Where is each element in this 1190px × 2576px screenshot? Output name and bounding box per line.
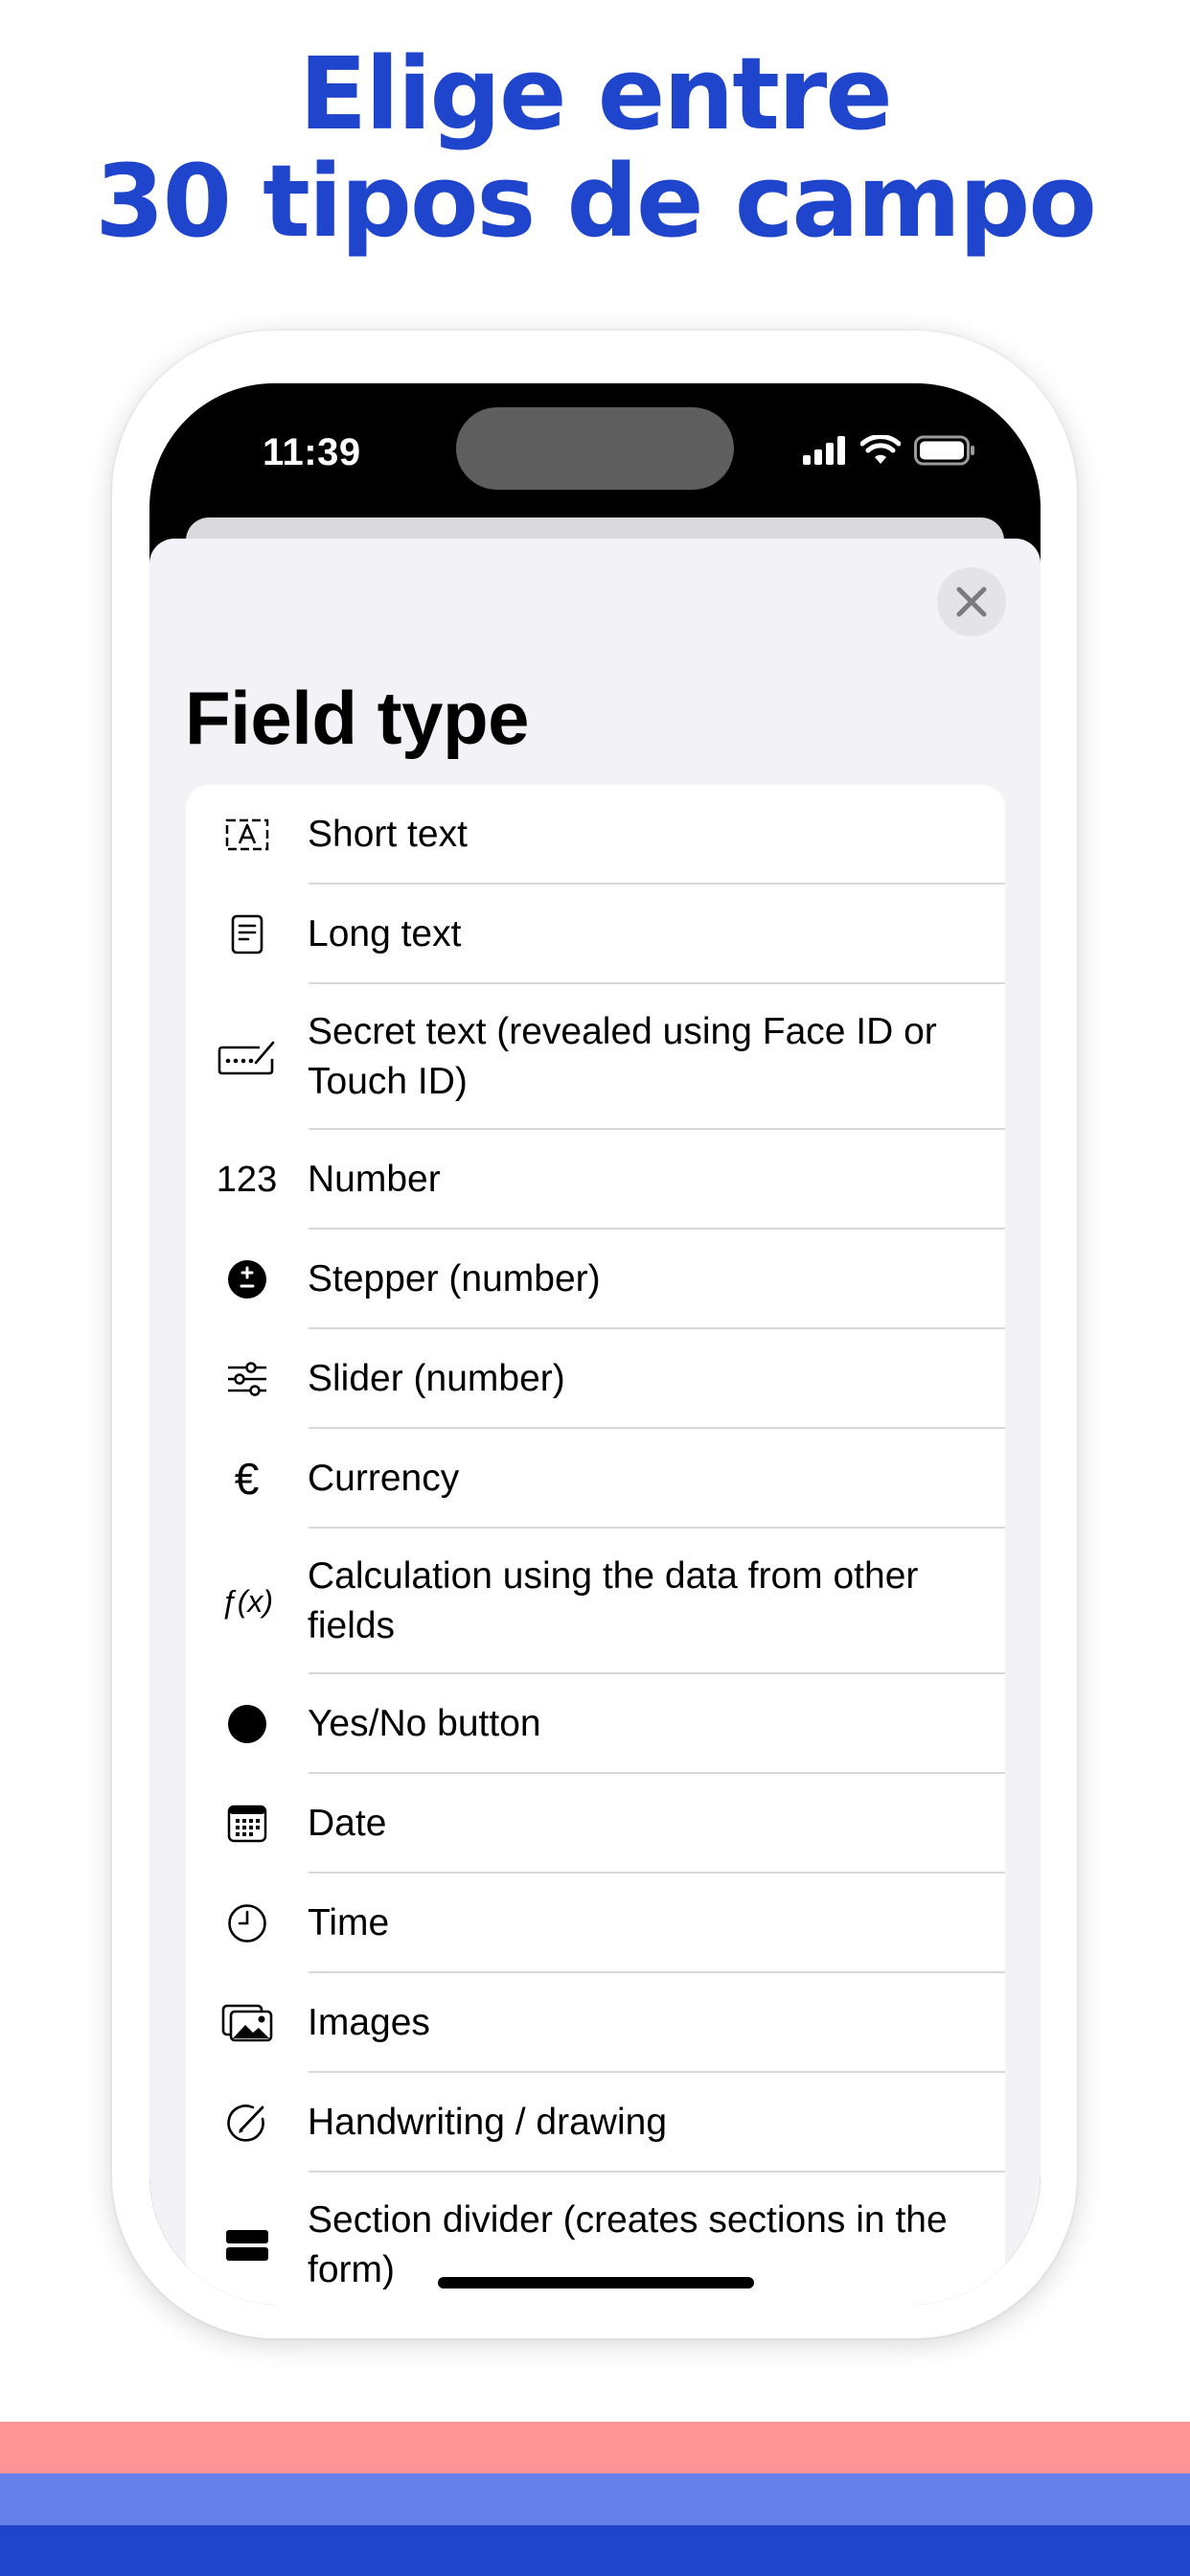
field-type-label: Time (308, 1902, 390, 1944)
field-type-yes-no[interactable]: Yes/No button (186, 1674, 1005, 1774)
field-type-label: Short text (308, 814, 468, 855)
section-divider-icon (186, 2229, 308, 2262)
secret-text-icon (186, 1038, 308, 1076)
field-type-label: Images (308, 2002, 430, 2043)
home-indicator[interactable] (438, 2277, 754, 2288)
field-type-slider[interactable]: Slider (number) (186, 1329, 1005, 1429)
field-type-label: Slider (number) (308, 1358, 565, 1399)
sheet-title: Field type (185, 676, 530, 760)
field-type-label: Long text (308, 913, 462, 954)
field-type-label: Currency (308, 1458, 460, 1499)
field-type-label: Calculation using the data from other fi… (308, 1555, 919, 1646)
decorative-stripe-pink (0, 2422, 1190, 2473)
slider-icon (186, 1361, 308, 1397)
clock-icon (186, 1903, 308, 1944)
field-type-secret-text[interactable]: Secret text (revealed using Face ID or T… (186, 984, 1005, 1130)
field-type-label: Date (308, 1803, 387, 1844)
field-type-label: Number (308, 1159, 441, 1200)
close-icon (956, 586, 987, 617)
field-type-long-text[interactable]: Long text (186, 885, 1005, 984)
status-icons (803, 433, 975, 468)
field-type-currency[interactable]: € Currency (186, 1429, 1005, 1529)
field-type-images[interactable]: Images (186, 1973, 1005, 2073)
decorative-stripe-mid-blue (0, 2473, 1190, 2525)
field-type-stepper[interactable]: Stepper (number) (186, 1230, 1005, 1329)
wifi-icon (860, 435, 901, 464)
images-icon (186, 2004, 308, 2042)
headline: Elige entre 30 tipos de campo (0, 40, 1190, 255)
short-text-icon (186, 817, 308, 852)
calculation-icon: ƒ(x) (219, 1583, 274, 1619)
drawing-icon (186, 2102, 308, 2144)
currency-icon: € (234, 1454, 260, 1504)
field-type-list: Short text Long text Secret text (reveal… (186, 785, 1005, 2305)
phone-frame: 11:39 Field type Short text Long text Se… (112, 331, 1077, 2338)
field-type-sheet: Field type Short text Long text Secret t… (149, 539, 1041, 2305)
field-type-label: Yes/No button (308, 1703, 541, 1744)
decorative-stripe-dark-blue (0, 2525, 1190, 2576)
calendar-icon (186, 1805, 308, 1843)
field-type-handwriting[interactable]: Handwriting / drawing (186, 2073, 1005, 2173)
field-type-calculation[interactable]: ƒ(x) Calculation using the data from oth… (186, 1529, 1005, 1674)
close-button[interactable] (937, 567, 1006, 636)
stepper-icon (186, 1259, 308, 1300)
field-type-time[interactable]: Time (186, 1874, 1005, 1973)
field-type-number[interactable]: 123 Number (186, 1130, 1005, 1230)
field-type-date[interactable]: Date (186, 1774, 1005, 1874)
headline-line-1: Elige entre (299, 35, 893, 152)
battery-icon (914, 435, 974, 466)
headline-line-2: 30 tipos de campo (95, 143, 1097, 260)
field-type-label: Handwriting / drawing (308, 2102, 668, 2143)
phone-screen: 11:39 Field type Short text Long text Se… (149, 383, 1041, 2305)
field-type-label: Stepper (number) (308, 1258, 601, 1300)
dynamic-island (456, 407, 734, 490)
cellular-signal-icon (803, 436, 845, 465)
field-type-label: Secret text (revealed using Face ID or T… (308, 1011, 937, 1102)
number-icon: 123 (216, 1159, 278, 1200)
status-time: 11:39 (263, 431, 361, 473)
long-text-icon (186, 914, 308, 954)
field-type-short-text[interactable]: Short text (186, 785, 1005, 885)
yes-no-icon (186, 1704, 308, 1744)
